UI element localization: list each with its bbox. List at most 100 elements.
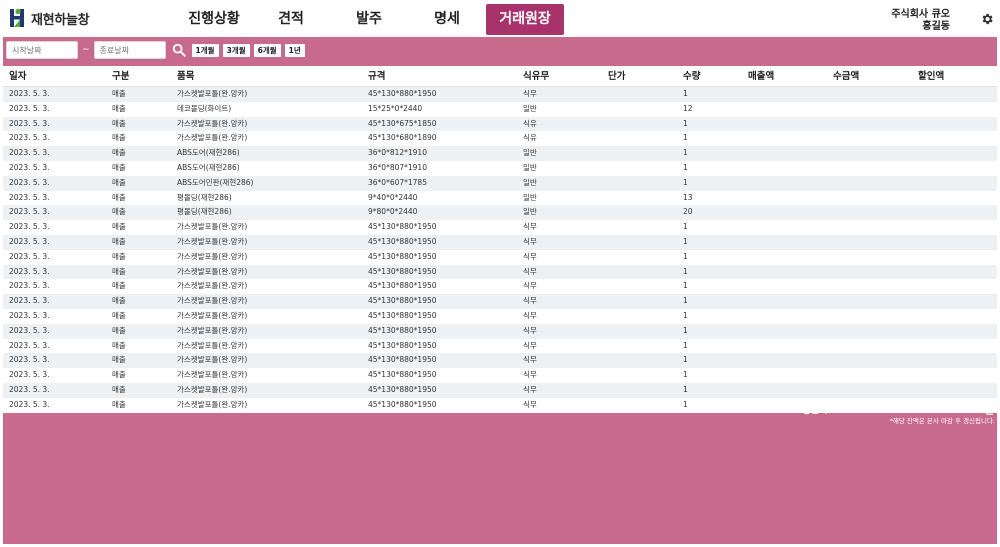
col-glass-cell: 식유 — [523, 118, 537, 128]
col-type-cell: 매출 — [112, 399, 126, 409]
col-spec-cell: 36*0*807*1910 — [368, 162, 427, 172]
company-name: 주식회사 큐오 — [891, 9, 950, 20]
col-qty-cell: 13 — [683, 192, 693, 202]
table-row[interactable]: 2023. 5. 3. 매출 가스켓발포틀(완.앙카) 45*130*880*1950… — [3, 279, 997, 295]
tab-order[interactable]: 발주 — [330, 4, 408, 35]
col-item-cell: 가스켓발포틀(완.앙카) — [177, 370, 248, 380]
col-glass-cell: 일반 — [523, 207, 537, 217]
col-type-cell: 매출 — [112, 118, 126, 128]
col-item-cell: 가스켓발포틀(완.앙카) — [177, 384, 248, 394]
logo[interactable]: 재현하늘창 — [9, 8, 90, 28]
col-type-cell: 매출 — [112, 162, 126, 172]
table-row[interactable]: 2023. 5. 3. 매출 가스켓발포틀(완.앙카) 45*130*675*1850… — [3, 116, 997, 132]
col-qty-cell: 1 — [683, 384, 688, 394]
col-qty-cell: 1 — [683, 133, 688, 143]
table-row[interactable]: 2023. 5. 3. 매출 가스켓발포틀(완.앙카) 45*130*880*1950… — [3, 87, 997, 102]
col-glass-cell: 식무 — [523, 370, 537, 380]
table-row[interactable]: 2023. 5. 3. 매출 ABS도어민판(재현286) 36*0*607*1785… — [3, 175, 997, 191]
table-row[interactable]: 2023. 5. 3. 매출 가스켓발포틀(완.앙카) 45*130*880*1950… — [3, 308, 997, 324]
col-item-cell: 평몰딩(재현286) — [177, 207, 232, 217]
table-row[interactable]: 2023. 5. 3. 매출 가스켓발포틀(완.앙카) 45*130*880*1950… — [3, 294, 997, 309]
col-date-cell: 2023. 5. 3. — [9, 384, 50, 394]
col-qty-cell: 1 — [683, 236, 688, 246]
col-glass-header: 식유무 — [523, 71, 550, 82]
col-qty-cell: 1 — [683, 296, 688, 306]
col-spec-cell: 45*130*680*1890 — [368, 133, 437, 143]
col-glass-cell: 식무 — [523, 399, 537, 409]
period-1-year-button[interactable]: 1년 — [284, 43, 305, 57]
col-date-cell: 2023. 5. 3. — [9, 281, 50, 291]
table-row[interactable]: 2023. 5. 3. 매출 평몰딩(재현286) 9*80*0*2440 일반 20 — [3, 205, 997, 221]
col-spec-cell: 45*130*880*1950 — [368, 222, 437, 232]
col-spec-cell: 45*130*880*1950 — [368, 251, 437, 261]
col-spec-cell: 45*130*880*1950 — [368, 399, 437, 409]
col-glass-cell: 식무 — [523, 236, 537, 246]
col-type-cell: 매출 — [112, 296, 126, 306]
table-row[interactable]: 2023. 5. 3. 매출 가스켓발포틀(완.앙카) 45*130*880*1950… — [3, 264, 997, 280]
search-icon[interactable] — [172, 43, 186, 57]
table-row[interactable]: 2023. 5. 3. 매출 가스켓발포틀(완.앙카) 45*130*880*1950… — [3, 397, 997, 413]
table-row[interactable]: 2023. 5. 3. 매출 가스켓발포틀(완.앙카) 45*130*880*1950… — [3, 382, 997, 398]
period-6-month-button[interactable]: 6개월 — [253, 43, 281, 57]
table-row[interactable]: 2023. 5. 3. 매출 가스켓발포틀(완.앙카) 45*130*880*1950… — [3, 353, 997, 369]
end-date-input[interactable] — [93, 41, 166, 59]
col-date-cell: 2023. 5. 3. — [9, 325, 50, 335]
period-1-month-button[interactable]: 1개월 — [191, 43, 219, 57]
col-qty-cell: 1 — [683, 162, 688, 172]
col-type-cell: 매출 — [112, 370, 126, 380]
col-date-cell: 2023. 5. 3. — [9, 177, 50, 187]
table-row[interactable]: 2023. 5. 3. 매출 가스켓발포틀(완.앙카) 45*130*880*1950… — [3, 338, 997, 354]
period-3-month-button[interactable]: 3개월 — [222, 43, 250, 57]
col-qty-cell: 1 — [683, 266, 688, 276]
col-qty-cell: 1 — [683, 355, 688, 365]
date-separator: ~ — [82, 45, 90, 55]
col-spec-cell: 45*130*880*1950 — [368, 325, 437, 335]
table-row[interactable]: 2023. 5. 3. 매출 가스켓발포틀(완.앙카) 45*130*880*1950… — [3, 368, 997, 383]
col-spec-cell: 45*130*880*1950 — [368, 384, 437, 394]
balance-note: *해당 잔액은 본사 마감 후 갱신됩니다. — [889, 417, 995, 425]
table-row[interactable]: 2023. 5. 3. 매출 ABS도어(재현286) 36*0*812*1910 일반… — [3, 146, 997, 161]
table-row[interactable]: 2023. 5. 3. 매출 ABS도어(재현286) 36*0*807*1910 일반… — [3, 160, 997, 176]
tab-ledger[interactable]: 거래원장 — [486, 4, 564, 35]
col-qty-cell: 1 — [683, 118, 688, 128]
col-date-cell: 2023. 5. 3. — [9, 340, 50, 350]
col-type-header: 구분 — [112, 71, 130, 82]
table-row[interactable]: 2023. 5. 3. 매출 평몰딩(재현286) 9*40*0*2440 일반 13 — [3, 190, 997, 206]
col-glass-cell: 식무 — [523, 340, 537, 350]
col-date-cell: 2023. 5. 3. — [9, 118, 50, 128]
table-row[interactable]: 2023. 5. 3. 매출 가스켓발포틀(완.앙카) 45*130*680*1890… — [3, 131, 997, 147]
col-spec-header: 규격 — [368, 71, 386, 82]
start-date-input[interactable] — [6, 41, 78, 59]
col-spec-cell: 45*130*880*1950 — [368, 355, 437, 365]
col-date-cell: 2023. 5. 3. — [9, 207, 50, 217]
tab-progress[interactable]: 진행상황 — [175, 4, 253, 35]
col-item-cell: 가스켓발포틀(완.앙카) — [177, 236, 248, 246]
col-type-cell: 매출 — [112, 89, 126, 98]
table-row[interactable]: 2023. 5. 3. 매출 가스켓발포틀(완.앙카) 45*130*880*1950… — [3, 220, 997, 235]
col-date-cell: 2023. 5. 3. — [9, 296, 50, 306]
col-glass-cell: 일반 — [523, 177, 537, 187]
col-date-cell: 2023. 5. 3. — [9, 192, 50, 202]
tab-estimate[interactable]: 견적 — [252, 4, 330, 35]
col-item-cell: 평몰딩(재현286) — [177, 192, 232, 202]
col-glass-cell: 식무 — [523, 355, 537, 365]
gear-icon[interactable] — [980, 12, 994, 26]
col-item-cell: 가스켓발포틀(완.앙카) — [177, 118, 248, 128]
col-qty-cell: 12 — [683, 103, 693, 113]
user-info: 주식회사 큐오 홍길동 — [891, 9, 950, 33]
col-type-cell: 매출 — [112, 148, 126, 158]
table-row[interactable]: 2023. 5. 3. 매출 가스켓발포틀(완.앙카) 45*130*880*1950… — [3, 249, 997, 265]
col-glass-cell: 식무 — [523, 251, 537, 261]
table-row[interactable]: 2023. 5. 3. 매출 가스켓발포틀(완.앙카) 45*130*880*1950… — [3, 234, 997, 250]
col-qty-header: 수량 — [683, 71, 701, 82]
col-glass-cell: 식유 — [523, 133, 537, 143]
col-type-cell: 매출 — [112, 340, 126, 350]
col-spec-cell: 9*40*0*2440 — [368, 192, 418, 202]
col-spec-cell: 45*130*880*1950 — [368, 236, 437, 246]
table-row[interactable]: 2023. 5. 3. 매출 가스켓발포틀(완.앙카) 45*130*880*1950… — [3, 323, 997, 339]
col-item-cell: 가스켓발포틀(완.앙카) — [177, 89, 248, 98]
col-qty-cell: 1 — [683, 148, 688, 158]
table-row[interactable]: 2023. 5. 3. 매출 데코몰딩(화이트) 15*25*0*2440 일반 12 — [3, 101, 997, 117]
tab-statement[interactable]: 명세 — [408, 4, 486, 35]
col-item-cell: 데코몰딩(화이트) — [177, 103, 232, 113]
